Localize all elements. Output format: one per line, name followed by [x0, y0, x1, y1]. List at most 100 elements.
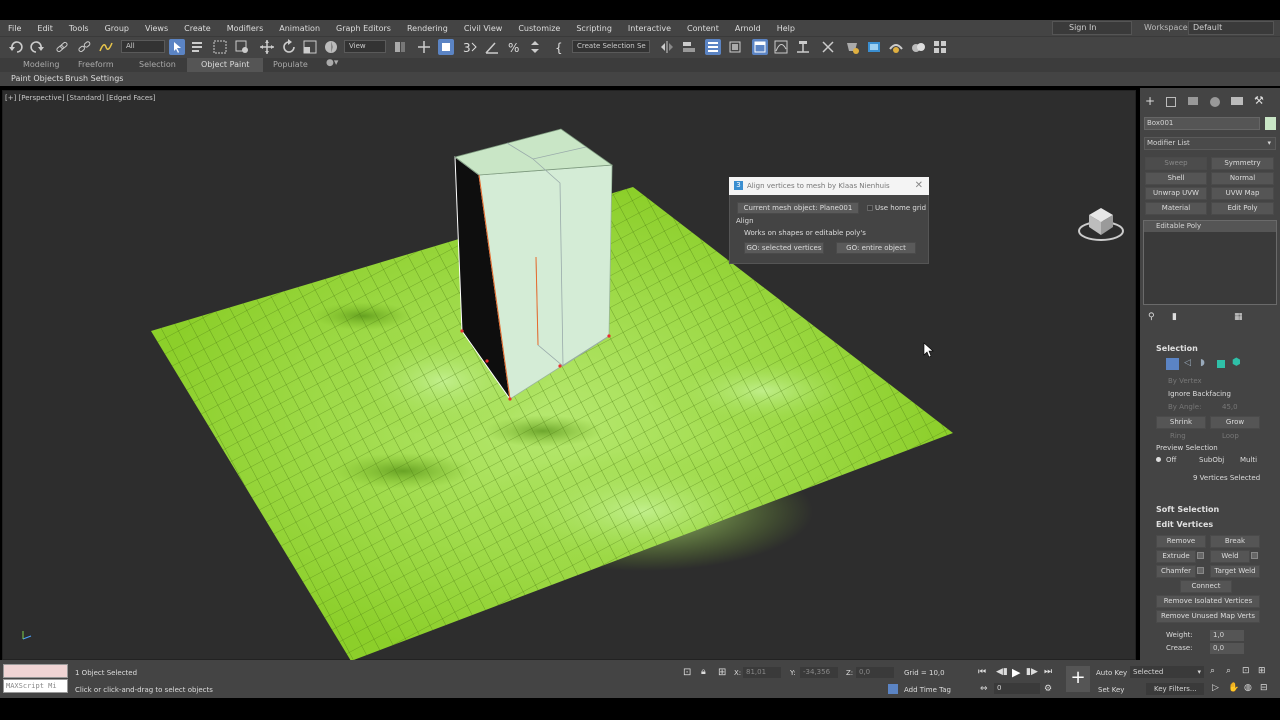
link-icon[interactable] — [54, 39, 70, 55]
menu-arnold[interactable]: Arnold — [727, 24, 769, 33]
motion-tab-icon[interactable] — [1210, 97, 1220, 107]
key-set-dropdown[interactable]: Selected ▾ — [1130, 666, 1204, 678]
vertex-mode-icon[interactable] — [1166, 358, 1179, 370]
edit-poly-modifier-button[interactable]: Edit Poly — [1211, 202, 1274, 215]
dialog-title-bar[interactable]: 3 Align vertices to mesh by Klaas Nienhu… — [729, 177, 929, 195]
render-setup-icon[interactable] — [844, 39, 860, 55]
field-of-view-icon[interactable]: ▷ — [1212, 683, 1219, 693]
time-configuration-icon[interactable]: ⚙ — [1044, 684, 1052, 694]
menu-scripting[interactable]: Scripting — [568, 24, 620, 33]
shrink-button[interactable]: Shrink — [1156, 416, 1206, 429]
off-radio[interactable] — [1156, 457, 1161, 462]
render-production-icon[interactable] — [888, 39, 904, 55]
edge-mode-icon[interactable]: ◁ — [1184, 358, 1191, 368]
remove-unused-map-verts-button[interactable]: Remove Unused Map Verts — [1156, 610, 1260, 623]
tab-modeling[interactable]: Modeling — [23, 60, 59, 69]
previous-frame-icon[interactable]: ◀▮ — [996, 667, 1008, 677]
zoom-extents-icon[interactable]: ⊡ — [1242, 666, 1250, 676]
menu-views[interactable]: Views — [137, 24, 176, 33]
ring-button[interactable]: Ring — [1170, 432, 1186, 440]
menu-interactive[interactable]: Interactive — [620, 24, 679, 33]
subobj-radio[interactable]: SubObj — [1199, 456, 1224, 464]
y-coordinate-field[interactable]: -34,356 — [800, 667, 838, 678]
absolute-mode-icon[interactable]: ⊞ — [718, 667, 726, 678]
maxscript-mini-listener[interactable]: MAXScript Mi — [3, 679, 68, 693]
named-selection-dropdown[interactable]: Create Selection Se — [572, 40, 650, 53]
display-tab-icon[interactable] — [1231, 97, 1243, 105]
menu-group[interactable]: Group — [97, 24, 137, 33]
material-editor-icon[interactable] — [820, 39, 836, 55]
break-button[interactable]: Break — [1210, 535, 1260, 548]
add-time-tag-button[interactable]: Add Time Tag — [904, 686, 951, 694]
remove-button[interactable]: Remove — [1156, 535, 1206, 548]
play-icon[interactable]: ▶ — [1012, 666, 1020, 679]
edit-vertices-rollout-title[interactable]: Edit Vertices — [1156, 520, 1213, 529]
current-mesh-button[interactable]: Current mesh object: Plane001 — [737, 202, 859, 214]
mirror-icon[interactable] — [659, 39, 675, 55]
grow-button[interactable]: Grow — [1210, 416, 1260, 429]
key-mode-icon[interactable]: ⇔ — [980, 684, 988, 694]
scale-icon[interactable] — [302, 39, 318, 55]
sweep-modifier-button[interactable]: Sweep — [1145, 157, 1207, 170]
unlink-icon[interactable] — [76, 39, 92, 55]
menu-customize[interactable]: Customize — [510, 24, 568, 33]
snaps-toggle-icon[interactable]: 3 — [462, 39, 478, 55]
uvw-map-modifier-button[interactable]: UVW Map — [1211, 187, 1274, 200]
use-home-grid-checkbox[interactable] — [867, 205, 873, 211]
key-filters-button[interactable]: Key Filters... — [1146, 683, 1204, 695]
pan-view-icon[interactable]: ✋ — [1228, 683, 1239, 693]
zoom-all-icon[interactable]: ⌕ — [1226, 666, 1231, 676]
orbit-icon[interactable]: ◍ — [1244, 683, 1252, 693]
pin-stack-icon[interactable]: ⚲ — [1148, 312, 1155, 322]
brush-settings-button[interactable]: Brush Settings — [65, 74, 123, 83]
auto-key-button[interactable]: Auto Key — [1096, 669, 1127, 677]
align-icon[interactable] — [681, 39, 697, 55]
stack-item-editable-poly[interactable]: Editable Poly — [1144, 221, 1276, 232]
x-coordinate-field[interactable]: 81,01 — [743, 667, 781, 678]
bind-space-warp-icon[interactable] — [98, 39, 114, 55]
rendered-frame-window-icon[interactable] — [866, 39, 882, 55]
place-icon[interactable] — [323, 39, 339, 55]
redo-icon[interactable] — [29, 39, 45, 55]
select-manipulate-icon[interactable] — [416, 39, 432, 55]
select-object-icon[interactable] — [169, 39, 185, 55]
reference-coordinate-dropdown[interactable]: View — [344, 40, 386, 53]
render-in-cloud-icon[interactable] — [910, 39, 926, 55]
target-weld-button[interactable]: Target Weld — [1210, 565, 1260, 578]
menu-graph-editors[interactable]: Graph Editors — [328, 24, 399, 33]
menu-rendering[interactable]: Rendering — [399, 24, 456, 33]
menu-help[interactable]: Help — [769, 24, 803, 33]
selection-filter-dropdown[interactable]: All — [121, 40, 165, 53]
current-frame-field[interactable]: 0 — [994, 683, 1040, 694]
hierarchy-tab-icon[interactable] — [1188, 97, 1198, 105]
selection-lock-icon[interactable]: 🔒︎ — [701, 667, 706, 677]
render-gallery-icon[interactable] — [932, 39, 948, 55]
show-end-result-icon[interactable]: ▮ — [1172, 312, 1177, 322]
menu-civil-view[interactable]: Civil View — [456, 24, 511, 33]
paint-objects-button[interactable]: Paint Objects — [11, 74, 64, 83]
by-vertex-label[interactable]: By Vertex — [1168, 377, 1202, 385]
extrude-button[interactable]: Extrude — [1156, 550, 1196, 563]
perspective-viewport[interactable] — [2, 90, 1136, 661]
menu-modifiers[interactable]: Modifiers — [219, 24, 272, 33]
object-name-field[interactable]: Box001 — [1144, 117, 1260, 130]
undo-icon[interactable] — [8, 39, 24, 55]
schematic-view-icon[interactable] — [795, 39, 811, 55]
maxscript-listener-top[interactable] — [3, 664, 68, 678]
chamfer-button[interactable]: Chamfer — [1156, 565, 1196, 578]
zoom-icon[interactable]: ⌕ — [1210, 666, 1215, 676]
window-crossing-icon[interactable] — [234, 39, 250, 55]
create-tab-icon[interactable]: + — [1145, 94, 1155, 108]
layer-explorer-icon[interactable] — [727, 39, 743, 55]
maximize-viewport-icon[interactable]: ⊟ — [1260, 683, 1268, 693]
shell-modifier-button[interactable]: Shell — [1145, 172, 1207, 185]
tab-populate[interactable]: Populate — [273, 60, 308, 69]
zoom-extents-all-icon[interactable]: ⊞ — [1258, 666, 1266, 676]
select-by-name-icon[interactable] — [190, 39, 206, 55]
polygon-mode-icon[interactable] — [1217, 360, 1225, 368]
connect-button[interactable]: Connect — [1180, 580, 1232, 593]
multi-radio[interactable]: Multi — [1240, 456, 1257, 464]
menu-file[interactable]: File — [0, 24, 29, 33]
weld-settings-icon[interactable] — [1251, 552, 1258, 559]
by-angle-label[interactable]: By Angle: — [1168, 403, 1201, 411]
